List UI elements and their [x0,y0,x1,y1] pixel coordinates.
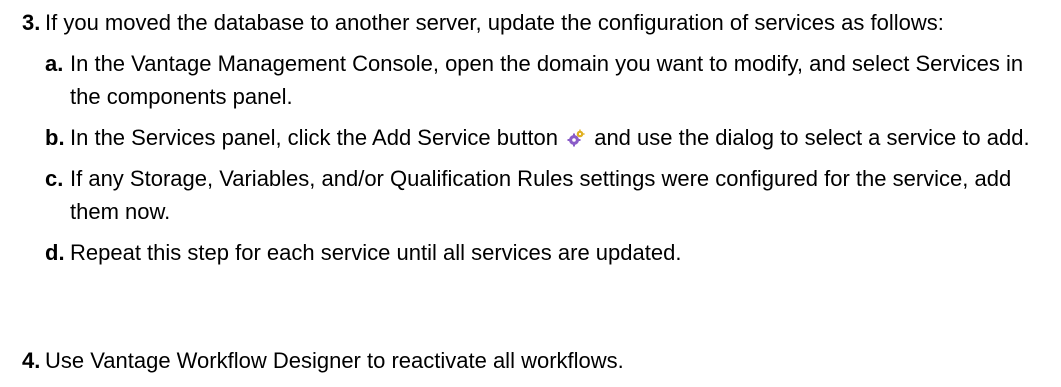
document-page: 3. If you moved the database to another … [0,0,1061,387]
substep-letter: b. [45,125,65,150]
step-number: 4. [22,348,41,373]
step-4: 4. Use Vantage Workflow Designer to reac… [22,344,1052,377]
substep-text: Repeat this step for each service until … [70,240,682,265]
substep-d: d. Repeat this step for each service unt… [45,236,1052,269]
substep-list: a. In the Vantage Management Console, op… [45,47,1052,269]
substep-a: a. In the Vantage Management Console, op… [45,47,1052,113]
step-3: 3. If you moved the database to another … [22,6,1052,277]
substep-letter: d. [45,240,65,265]
substep-b: b. In the Services panel, click the Add … [45,121,1052,154]
substep-text: In the Vantage Management Console, open … [70,51,1024,109]
substep-letter: c. [45,166,64,191]
step-text: If you moved the database to another ser… [45,10,944,35]
step-text: Use Vantage Workflow Designer to reactiv… [45,348,624,373]
substep-letter: a. [45,51,64,76]
substep-text: If any Storage, Variables, and/or Qualif… [70,166,1012,224]
substep-text-after-icon: and use the dialog to select a service t… [594,125,1030,150]
substep-c: c. If any Storage, Variables, and/or Qua… [45,162,1052,228]
substep-text-before-icon: In the Services panel, click the Add Ser… [70,125,558,150]
add-service-gears-icon [567,123,585,147]
step-number: 3. [22,10,41,35]
